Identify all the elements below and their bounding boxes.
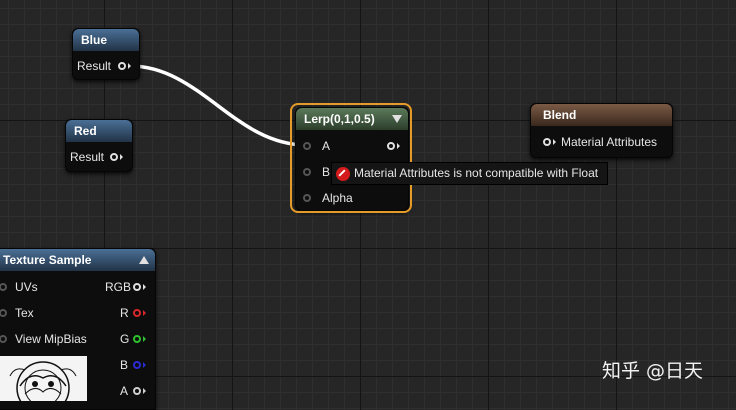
texture-sample-title: Texture Sample bbox=[0, 249, 155, 271]
blend-material-attributes-pin[interactable] bbox=[543, 138, 551, 146]
blue-result-label: Result bbox=[77, 59, 112, 73]
selection-outline bbox=[290, 103, 412, 213]
b-arrow-icon bbox=[143, 362, 146, 368]
collapse-arrow-icon[interactable] bbox=[139, 256, 149, 264]
tex-pin[interactable] bbox=[0, 309, 7, 317]
prohibited-icon bbox=[336, 167, 350, 181]
error-tooltip: Material Attributes is not compatible wi… bbox=[331, 162, 608, 185]
blend-pin-arrow-icon bbox=[553, 139, 556, 145]
blue-result-pin[interactable] bbox=[118, 62, 126, 70]
blue-result-arrow-icon bbox=[128, 63, 131, 69]
g-pin[interactable] bbox=[133, 335, 141, 343]
uvs-pin[interactable] bbox=[0, 283, 7, 291]
rgb-arrow-icon bbox=[143, 284, 146, 290]
tex-label: Tex bbox=[15, 306, 34, 320]
red-result-label: Result bbox=[70, 150, 105, 164]
red-result-pin[interactable] bbox=[110, 153, 118, 161]
blue-node-title: Blue bbox=[73, 29, 139, 51]
g-arrow-icon bbox=[143, 336, 146, 342]
r-label: R bbox=[120, 306, 129, 320]
tooltip-text: Material Attributes is not compatible wi… bbox=[354, 166, 599, 180]
blue-node[interactable]: Blue Result bbox=[72, 28, 140, 80]
b-pin[interactable] bbox=[133, 361, 141, 369]
rgb-label: RGB bbox=[105, 280, 132, 294]
blend-node-title: Blend bbox=[531, 104, 672, 126]
a-label: A bbox=[120, 384, 129, 398]
a-pin[interactable] bbox=[133, 387, 141, 395]
watermark-text: 知乎 @日天 bbox=[602, 360, 704, 382]
view-mipbias-label: View MipBias bbox=[15, 332, 87, 346]
blend-material-attributes-label: Material Attributes bbox=[561, 135, 658, 149]
texture-preview-thumbnail bbox=[0, 356, 87, 401]
uvs-label: UVs bbox=[15, 280, 38, 294]
r-pin[interactable] bbox=[133, 309, 141, 317]
red-result-arrow-icon bbox=[120, 154, 123, 160]
r-arrow-icon bbox=[143, 310, 146, 316]
texture-sample-title-text: Texture Sample bbox=[3, 253, 92, 267]
red-node[interactable]: Red Result bbox=[65, 119, 133, 172]
view-mipbias-pin[interactable] bbox=[0, 335, 7, 343]
a-arrow-icon bbox=[143, 388, 146, 394]
g-label: G bbox=[120, 332, 130, 346]
red-node-title: Red bbox=[66, 120, 132, 142]
b-label: B bbox=[120, 358, 129, 372]
rgb-pin[interactable] bbox=[133, 283, 141, 291]
blend-node[interactable]: Blend Material Attributes bbox=[530, 103, 673, 158]
